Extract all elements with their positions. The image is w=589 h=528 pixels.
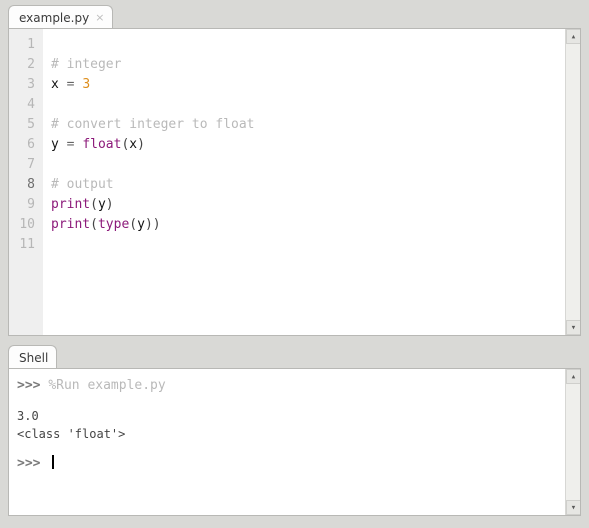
shell-tab[interactable]: Shell — [8, 345, 57, 369]
code-line[interactable] — [51, 155, 255, 175]
code-line[interactable]: # integer — [51, 55, 255, 75]
shell-tab-label: Shell — [19, 351, 48, 365]
shell-body[interactable]: >>> %Run example.py 3.0 <class 'float'> … — [9, 369, 565, 515]
scroll-down-icon[interactable]: ▾ — [566, 500, 581, 515]
scroll-up-icon[interactable]: ▴ — [566, 369, 581, 384]
editor-pane: example.py × 1234567891011 # integerx = … — [8, 4, 581, 336]
shell-tabbar: Shell — [8, 344, 581, 368]
line-number: 4 — [9, 95, 35, 115]
scroll-up-icon[interactable]: ▴ — [566, 29, 581, 44]
line-number: 7 — [9, 155, 35, 175]
code-line[interactable] — [51, 35, 255, 55]
code-line[interactable] — [51, 235, 255, 255]
line-number: 5 — [9, 115, 35, 135]
editor-panel: 1234567891011 # integerx = 3 # convert i… — [8, 28, 581, 336]
line-number: 9 — [9, 195, 35, 215]
shell-output-line: <class 'float'> — [17, 425, 557, 443]
shell-panel: >>> %Run example.py 3.0 <class 'float'> … — [8, 368, 581, 516]
code-line[interactable]: y = float(x) — [51, 135, 255, 155]
line-number: 10 — [9, 215, 35, 235]
code-text[interactable]: # integerx = 3 # convert integer to floa… — [43, 29, 263, 335]
line-number: 6 — [9, 135, 35, 155]
shell-prompt: >>> — [17, 378, 40, 393]
line-number-gutter: 1234567891011 — [9, 29, 43, 335]
shell-pane: Shell >>> %Run example.py 3.0 <class 'fl… — [8, 344, 581, 516]
editor-tab-label: example.py — [19, 11, 89, 25]
editor-scrollbar[interactable]: ▴ ▾ — [565, 29, 580, 335]
close-icon[interactable]: × — [95, 12, 104, 23]
code-area[interactable]: 1234567891011 # integerx = 3 # convert i… — [9, 29, 565, 335]
code-line[interactable]: print(type(y)) — [51, 215, 255, 235]
line-number: 2 — [9, 55, 35, 75]
line-number: 11 — [9, 235, 35, 255]
editor-tab[interactable]: example.py × — [8, 5, 113, 29]
shell-run-command: %Run example.py — [48, 378, 165, 393]
code-line[interactable]: print(y) — [51, 195, 255, 215]
code-line[interactable]: x = 3 — [51, 75, 255, 95]
scroll-down-icon[interactable]: ▾ — [566, 320, 581, 335]
shell-scrollbar[interactable]: ▴ ▾ — [565, 369, 580, 515]
code-line[interactable]: # output — [51, 175, 255, 195]
line-number: 8 — [9, 175, 35, 195]
line-number: 1 — [9, 35, 35, 55]
code-line[interactable]: # convert integer to float — [51, 115, 255, 135]
shell-prompt: >>> — [17, 456, 40, 471]
editor-tabbar: example.py × — [8, 4, 581, 28]
shell-output-line: 3.0 — [17, 407, 557, 425]
code-line[interactable] — [51, 95, 255, 115]
shell-cursor — [52, 455, 54, 469]
line-number: 3 — [9, 75, 35, 95]
